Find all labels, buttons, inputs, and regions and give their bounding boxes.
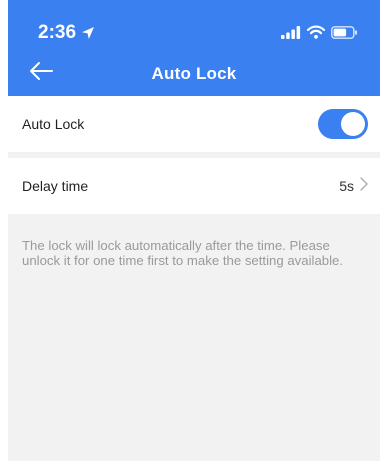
wifi-icon: [307, 25, 325, 39]
delay-time-label: Delay time: [22, 178, 89, 194]
auto-lock-label: Auto Lock: [22, 116, 85, 132]
phone-screen: 2:36 Auto Lock Auto Lock Delay time 5s T…: [8, 0, 380, 461]
auto-lock-row: Auto Lock: [8, 96, 380, 152]
delay-time-value-group: 5s: [339, 176, 368, 196]
battery-icon: [331, 25, 358, 39]
auto-lock-note: The lock will lock automatically after t…: [22, 238, 344, 268]
chevron-right-icon: [360, 176, 368, 196]
status-bar-icons: [281, 25, 358, 39]
delay-time-row[interactable]: Delay time 5s: [8, 158, 380, 214]
page-title: Auto Lock: [151, 64, 237, 83]
status-bar-time: 2:36: [38, 22, 95, 44]
auto-lock-toggle[interactable]: [318, 109, 368, 139]
header-bar: 2:36 Auto Lock: [8, 0, 380, 96]
status-time-text: 2:36: [38, 22, 77, 43]
toggle-knob: [341, 112, 365, 136]
signal-icon: [281, 25, 301, 39]
location-arrow-icon: [81, 26, 95, 40]
delay-time-value: 5s: [339, 178, 354, 194]
